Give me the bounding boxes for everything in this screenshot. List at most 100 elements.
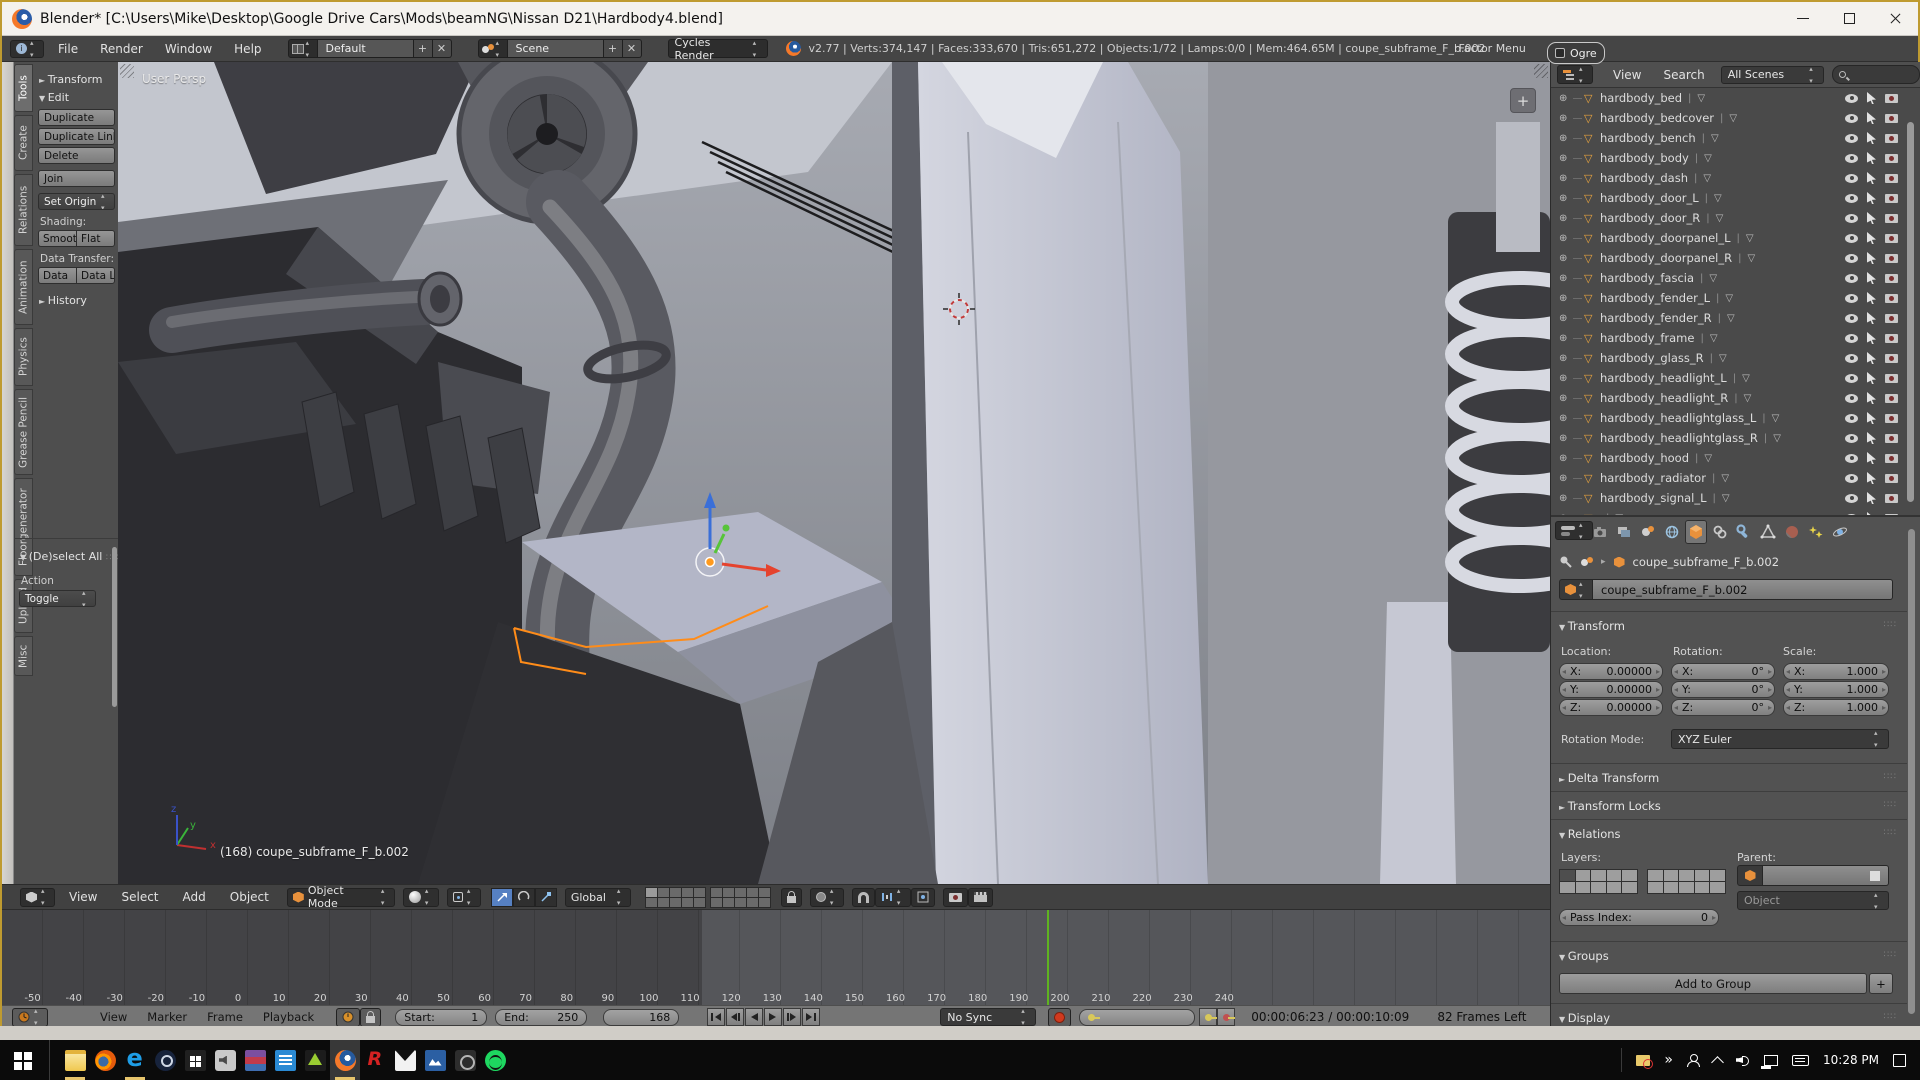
start-frame-field[interactable]: Start:1	[395, 1009, 487, 1026]
object-name[interactable]: hardbody_signal_L	[1600, 491, 1707, 505]
render-engine-dropdown[interactable]: Cycles Render	[668, 39, 768, 58]
taskbar-app-button[interactable]	[240, 1040, 270, 1080]
tab-render-layers[interactable]	[1613, 520, 1635, 544]
taskbar-app-button[interactable]	[360, 1040, 390, 1080]
outliner-row[interactable]: ⊕ ▽ hardbody_door_L | ▽	[1551, 188, 1920, 208]
object-name[interactable]: hardbody_glass_R	[1600, 351, 1704, 365]
pivot-point-dropdown[interactable]	[447, 888, 481, 907]
selectability-cursor-icon[interactable]	[1867, 492, 1876, 504]
outliner-row[interactable]: ⊕ ▽ hardbody_glass_R | ▽	[1551, 348, 1920, 368]
selectability-cursor-icon[interactable]	[1867, 112, 1876, 124]
tab-world[interactable]	[1661, 520, 1683, 544]
outliner-row[interactable]: ⊕ ▽ hardbody_headlightglass_L | ▽	[1551, 408, 1920, 428]
visibility-eye-icon[interactable]	[1845, 354, 1858, 363]
jump-to-start-button[interactable]	[707, 1008, 725, 1026]
taskbar-app-button[interactable]	[390, 1040, 420, 1080]
expand-icon[interactable]: ⊕	[1559, 173, 1573, 184]
tool-shelf-tab[interactable]: Relations	[14, 174, 33, 246]
play-button[interactable]	[764, 1008, 782, 1026]
visibility-eye-icon[interactable]	[1845, 454, 1858, 463]
lock-to-scene-button[interactable]	[781, 888, 802, 907]
minimize-button[interactable]	[1780, 2, 1826, 35]
menu-item[interactable]: Help	[234, 42, 261, 56]
timeline-menu-item[interactable]: View	[100, 1010, 127, 1024]
expand-icon[interactable]: ⊕	[1559, 333, 1573, 344]
object-name[interactable]: hardbody_headlightglass_L	[1600, 411, 1756, 425]
tool-shelf-tab[interactable]: Animation	[14, 249, 33, 325]
visibility-eye-icon[interactable]	[1845, 414, 1858, 423]
snap-toggle-button[interactable]	[852, 888, 875, 907]
join-button[interactable]: Join	[38, 170, 115, 187]
visibility-eye-icon[interactable]	[1845, 314, 1858, 323]
location-field[interactable]: X:0.00000	[1559, 663, 1663, 680]
renderability-camera-icon[interactable]	[1885, 214, 1898, 223]
display-panel-header[interactable]: Display∷∷	[1559, 1011, 1907, 1025]
object-name[interactable]: hardbody_dash	[1600, 171, 1688, 185]
taskbar-app-button[interactable]	[480, 1040, 510, 1080]
prev-keyframe-button[interactable]	[726, 1008, 744, 1026]
taskbar-app-button[interactable]	[420, 1040, 450, 1080]
outliner-row[interactable]: ⊕ ▽ hardbody_fascia | ▽	[1551, 268, 1920, 288]
visibility-eye-icon[interactable]	[1845, 154, 1858, 163]
object-name[interactable]: hardbody_fender_R	[1600, 311, 1712, 325]
outliner-filter-dropdown[interactable]: All Scenes	[1721, 66, 1825, 84]
expand-icon[interactable]: ⊕	[1559, 93, 1573, 104]
scene-breadcrumb-icon[interactable]	[1581, 557, 1593, 567]
scene-layers-grid-2[interactable]	[1647, 869, 1726, 894]
renderability-camera-icon[interactable]	[1885, 194, 1898, 203]
ogre-toggle-button[interactable]: Ogre	[1547, 42, 1605, 64]
layers-grid-1[interactable]	[645, 887, 706, 908]
timeline-menu-item[interactable]: Frame	[207, 1010, 243, 1024]
taskbar-app-button[interactable]	[6, 1040, 50, 1080]
tool-shelf-tab[interactable]: Grease Pencil	[14, 389, 33, 475]
action-center-icon[interactable]	[1893, 1054, 1906, 1067]
object-name[interactable]: hardbody_headlight_L	[1600, 371, 1727, 385]
hidden-icons-chevron[interactable]	[1711, 1056, 1724, 1069]
pin-icon[interactable]	[1559, 555, 1573, 569]
selectability-cursor-icon[interactable]	[1867, 232, 1876, 244]
add-to-group-button[interactable]: Add to Group	[1559, 973, 1867, 994]
manipulator-translate-button[interactable]	[491, 888, 513, 907]
touch-keyboard-icon[interactable]	[1792, 1055, 1809, 1066]
outliner-row[interactable]: ⊕ ▽ | ▽	[1551, 508, 1920, 515]
object-name[interactable]: hardbody_bed	[1600, 91, 1682, 105]
selectability-cursor-icon[interactable]	[1867, 252, 1876, 264]
area-corner-handle[interactable]	[1534, 64, 1548, 78]
renderability-camera-icon[interactable]	[1885, 134, 1898, 143]
tool-shelf-tab[interactable]: Create	[14, 115, 33, 171]
layout-name-field[interactable]: Default	[318, 39, 414, 58]
selectability-cursor-icon[interactable]	[1867, 392, 1876, 404]
expand-icon[interactable]: ⊕	[1559, 493, 1573, 504]
visibility-eye-icon[interactable]	[1845, 394, 1858, 403]
object-name[interactable]: hardbody_door_R	[1600, 211, 1700, 225]
current-frame-field[interactable]: 168	[603, 1009, 679, 1026]
timeline-editor-selector[interactable]	[12, 1008, 48, 1027]
selectability-cursor-icon[interactable]	[1867, 152, 1876, 164]
renderability-camera-icon[interactable]	[1885, 114, 1898, 123]
delete-layout-button[interactable]: ✕	[433, 39, 452, 58]
data-transfer-layout-button[interactable]: Data Layo	[76, 267, 115, 284]
expand-icon[interactable]: ⊕	[1559, 373, 1573, 384]
object-id-icon-box[interactable]	[1559, 579, 1593, 600]
parent-object-input[interactable]	[1763, 865, 1889, 886]
visibility-eye-icon[interactable]	[1845, 434, 1858, 443]
taskbar-app-button[interactable]	[270, 1040, 300, 1080]
object-name[interactable]: hardbody_fascia	[1600, 271, 1694, 285]
object-name[interactable]: hardbody_door_L	[1600, 191, 1699, 205]
close-button[interactable]	[1872, 2, 1918, 35]
rotation-field[interactable]: Z:0°	[1671, 699, 1775, 716]
rotation-field[interactable]: Y:0°	[1671, 681, 1775, 698]
use-preview-range-button[interactable]	[336, 1008, 360, 1027]
tab-material[interactable]	[1781, 520, 1803, 544]
outliner-row[interactable]: ⊕ ▽ hardbody_frame | ▽	[1551, 328, 1920, 348]
maximize-button[interactable]	[1826, 2, 1872, 35]
tab-physics[interactable]	[1829, 520, 1851, 544]
shade-smooth-button[interactable]: Smooth	[38, 230, 76, 247]
menu-item[interactable]: File	[58, 42, 78, 56]
insert-keyframe-button[interactable]	[1199, 1008, 1217, 1026]
object-name-input[interactable]: coupe_subframe_F_b.002	[1593, 579, 1893, 600]
outliner-row[interactable]: ⊕ ▽ hardbody_signal_L | ▽	[1551, 488, 1920, 508]
tab-constraints[interactable]	[1709, 520, 1731, 544]
menu-item[interactable]: Window	[165, 42, 212, 56]
taskbar-app-button[interactable]	[450, 1040, 480, 1080]
